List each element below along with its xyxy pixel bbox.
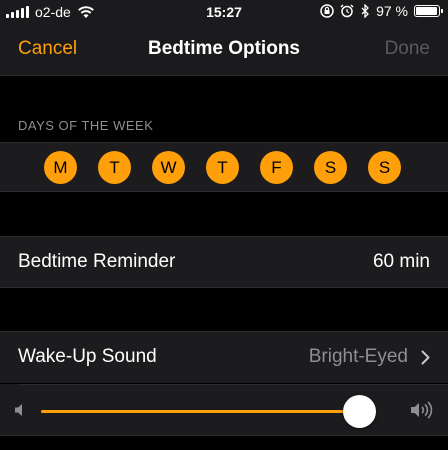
days-of-week-picker: M T W T F S S	[0, 142, 448, 192]
day-toggle-saturday[interactable]: S	[314, 151, 347, 184]
bluetooth-icon	[361, 4, 369, 18]
wake-up-sound-row[interactable]: Wake-Up Sound Bright-Eyed	[0, 331, 448, 383]
bottom-spacer	[0, 437, 448, 450]
bedtime-reminder-label: Bedtime Reminder	[18, 251, 176, 272]
status-right: 97 %	[320, 3, 443, 19]
page-title: Bedtime Options	[147, 38, 300, 59]
day-toggle-monday[interactable]: M	[44, 151, 77, 184]
days-section-header: DAYS OF THE WEEK	[18, 118, 154, 133]
day-toggle-friday[interactable]: F	[260, 151, 293, 184]
bedtime-reminder-value: 60 min	[372, 251, 430, 272]
row-divider	[18, 384, 448, 385]
volume-slider[interactable]	[41, 395, 376, 428]
volume-slider-row	[0, 384, 448, 436]
battery-level	[416, 7, 438, 15]
volume-slider-thumb[interactable]	[343, 395, 376, 428]
battery-icon	[414, 5, 443, 17]
day-toggle-tuesday[interactable]: T	[98, 151, 131, 184]
orientation-lock-icon	[320, 4, 334, 18]
done-button[interactable]: Done	[385, 38, 430, 60]
wake-up-sound-value: Bright-Eyed	[308, 346, 408, 367]
nav-bar: Cancel Bedtime Options Done	[0, 24, 448, 76]
status-bar: o2-de 15:27 97 %	[0, 0, 448, 24]
day-toggle-sunday[interactable]: S	[368, 151, 401, 184]
day-toggle-wednesday[interactable]: W	[152, 151, 185, 184]
volume-slider-fill	[41, 410, 360, 413]
bedtime-reminder-row[interactable]: Bedtime Reminder 60 min	[0, 236, 448, 288]
chevron-right-icon	[421, 350, 430, 365]
alarm-icon	[340, 4, 354, 18]
battery-percent: 97 %	[376, 3, 408, 19]
day-toggle-thursday[interactable]: T	[206, 151, 239, 184]
volume-low-icon	[15, 404, 22, 416]
wake-up-sound-label: Wake-Up Sound	[18, 346, 157, 367]
volume-high-icon	[411, 401, 433, 419]
